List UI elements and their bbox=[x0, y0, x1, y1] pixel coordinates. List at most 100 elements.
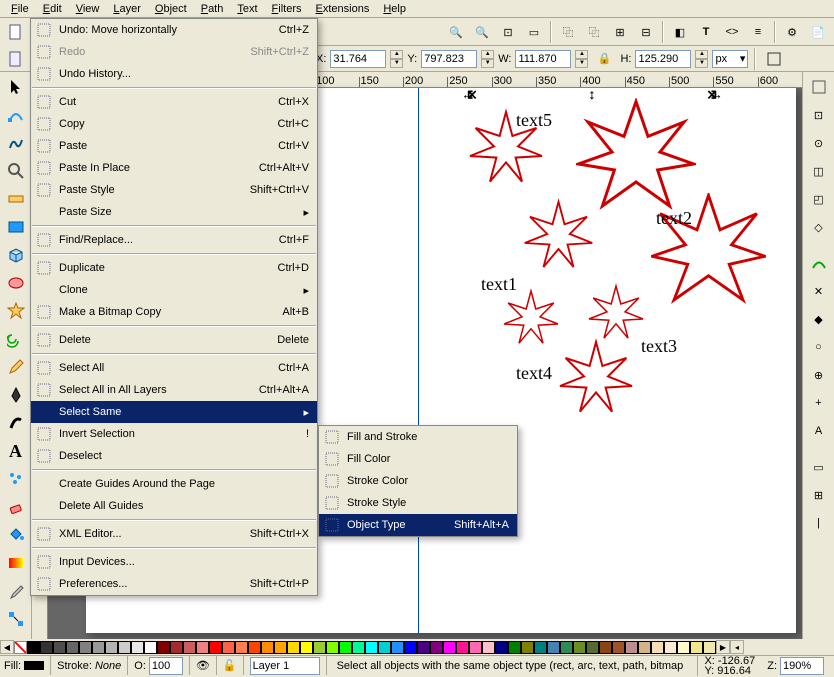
menu-item-create-guides-around-the-page[interactable]: Create Guides Around the Page bbox=[31, 473, 317, 495]
color-swatch[interactable] bbox=[612, 641, 625, 654]
snap-path-button[interactable] bbox=[806, 250, 832, 276]
color-swatch[interactable] bbox=[170, 641, 183, 654]
color-swatch[interactable] bbox=[378, 641, 391, 654]
menu-item-paste-in-place[interactable]: Paste In PlaceCtrl+Alt+V bbox=[31, 157, 317, 179]
menu-layer[interactable]: Layer bbox=[106, 2, 148, 16]
ungroup-icon[interactable]: ⊟ bbox=[634, 20, 658, 44]
menu-item-deselect[interactable]: Deselect bbox=[31, 445, 317, 467]
color-swatch[interactable] bbox=[92, 641, 105, 654]
color-swatch[interactable] bbox=[27, 641, 40, 654]
x-input[interactable]: 31.764 bbox=[330, 50, 386, 68]
menu-item-redo[interactable]: RedoShift+Ctrl+Z bbox=[31, 41, 317, 63]
menu-item-undo-history[interactable]: Undo History... bbox=[31, 63, 317, 85]
color-swatch[interactable] bbox=[547, 641, 560, 654]
menu-item-fill-and-stroke[interactable]: Fill and Stroke bbox=[319, 426, 517, 448]
group-icon[interactable]: ⊞ bbox=[608, 20, 632, 44]
color-swatch[interactable] bbox=[508, 641, 521, 654]
layer-name[interactable]: Layer 1 bbox=[250, 657, 320, 675]
menu-item-copy[interactable]: CopyCtrl+C bbox=[31, 113, 317, 135]
color-swatch[interactable] bbox=[690, 641, 703, 654]
menu-item-fill-color[interactable]: Fill Color bbox=[319, 448, 517, 470]
zoom-page-icon[interactable]: ▭ bbox=[522, 20, 546, 44]
menu-item-clone[interactable]: Clone▸ bbox=[31, 279, 317, 301]
menu-item-select-all-in-all-layers[interactable]: Select All in All LayersCtrl+Alt+A bbox=[31, 379, 317, 401]
snap-cusp-button[interactable]: ◆ bbox=[806, 306, 832, 332]
clone-icon[interactable]: ⿻ bbox=[582, 20, 606, 44]
eraser-tool[interactable] bbox=[3, 494, 29, 520]
text-object[interactable]: text4 bbox=[516, 363, 552, 384]
palette-menu[interactable]: ◂ bbox=[730, 640, 744, 654]
menu-extensions[interactable]: Extensions bbox=[309, 2, 377, 16]
color-swatch[interactable] bbox=[521, 641, 534, 654]
y-input[interactable]: 797.823 bbox=[421, 50, 477, 68]
zoom-indicator[interactable]: Z: 190% bbox=[767, 656, 830, 675]
color-swatch[interactable] bbox=[651, 641, 664, 654]
palette-scroll-left[interactable]: ◀ bbox=[0, 640, 14, 654]
zoom-out-icon[interactable]: 🔍 bbox=[470, 20, 494, 44]
open-button-2[interactable] bbox=[4, 48, 28, 71]
text-object[interactable]: text3 bbox=[641, 336, 677, 357]
color-swatch[interactable] bbox=[586, 641, 599, 654]
spiral-tool[interactable] bbox=[3, 326, 29, 352]
color-swatch[interactable] bbox=[222, 641, 235, 654]
color-swatch[interactable] bbox=[326, 641, 339, 654]
snap-center-button[interactable]: ⊕ bbox=[806, 362, 832, 388]
bucket-tool[interactable] bbox=[3, 522, 29, 548]
connector-tool[interactable] bbox=[3, 606, 29, 632]
zoom-fit-icon[interactable]: ⊡ bbox=[496, 20, 520, 44]
snap-text-button[interactable]: A bbox=[806, 418, 832, 444]
snap-bbox-button[interactable]: ⊡ bbox=[806, 102, 832, 128]
selection-handle[interactable]: ↕ bbox=[586, 88, 598, 100]
color-swatch[interactable] bbox=[417, 641, 430, 654]
xml-icon[interactable]: <> bbox=[720, 20, 744, 44]
text-tool[interactable]: A bbox=[3, 438, 29, 464]
color-swatch[interactable] bbox=[40, 641, 53, 654]
fill-indicator[interactable]: Fill: bbox=[4, 656, 51, 675]
snap-edge-button[interactable]: ◫ bbox=[806, 158, 832, 184]
color-swatch[interactable] bbox=[703, 641, 716, 654]
spray-tool[interactable] bbox=[3, 466, 29, 492]
color-swatch[interactable] bbox=[625, 641, 638, 654]
snap-guide-button[interactable]: | bbox=[806, 510, 832, 536]
color-swatch[interactable] bbox=[365, 641, 378, 654]
menu-item-delete[interactable]: DeleteDelete bbox=[31, 329, 317, 351]
text-object[interactable]: text2 bbox=[656, 208, 692, 229]
pen-tool[interactable] bbox=[3, 382, 29, 408]
snap-midpoint-button[interactable]: ◇ bbox=[806, 214, 832, 240]
selection-handle[interactable]: ↙ bbox=[466, 88, 478, 100]
menu-text[interactable]: Text bbox=[230, 2, 264, 16]
doc-props-icon[interactable]: 📄 bbox=[806, 20, 830, 44]
palette-scroll-right[interactable]: ▶ bbox=[716, 640, 730, 654]
color-swatch[interactable] bbox=[430, 641, 443, 654]
color-swatch[interactable] bbox=[105, 641, 118, 654]
snap-node-button[interactable]: ⊙ bbox=[806, 130, 832, 156]
opacity-indicator[interactable]: O: 100 bbox=[134, 656, 190, 675]
unit-select[interactable]: px▾ bbox=[712, 50, 748, 68]
color-swatch[interactable] bbox=[573, 641, 586, 654]
color-swatch[interactable] bbox=[196, 641, 209, 654]
color-swatch[interactable] bbox=[209, 641, 222, 654]
color-swatch[interactable] bbox=[638, 641, 651, 654]
text-object[interactable]: text1 bbox=[481, 274, 517, 295]
star-tool[interactable] bbox=[3, 298, 29, 324]
menu-help[interactable]: Help bbox=[376, 2, 413, 16]
zoom-tool[interactable] bbox=[3, 158, 29, 184]
color-swatch[interactable] bbox=[534, 641, 547, 654]
color-swatch[interactable] bbox=[235, 641, 248, 654]
snap-rotation-button[interactable]: + bbox=[806, 390, 832, 416]
menu-item-select-all[interactable]: Select AllCtrl+A bbox=[31, 357, 317, 379]
star-shape[interactable] bbox=[501, 288, 561, 348]
snap-smooth-button[interactable]: ○ bbox=[806, 334, 832, 360]
box3d-tool[interactable] bbox=[3, 242, 29, 268]
stroke-indicator[interactable]: Stroke: None bbox=[57, 656, 128, 675]
color-swatch[interactable] bbox=[469, 641, 482, 654]
color-swatch[interactable] bbox=[404, 641, 417, 654]
layer-selector[interactable]: Layer 1 bbox=[250, 656, 327, 675]
color-swatch[interactable] bbox=[456, 641, 469, 654]
menu-item-undo-move-horizontally[interactable]: Undo: Move horizontallyCtrl+Z bbox=[31, 19, 317, 41]
lock-toggle[interactable]: 🔓 bbox=[223, 656, 244, 675]
zoom-input[interactable]: 190% bbox=[780, 657, 824, 675]
calligraphy-tool[interactable] bbox=[3, 410, 29, 436]
menu-file[interactable]: File bbox=[4, 2, 36, 16]
affect-button[interactable] bbox=[762, 47, 786, 71]
